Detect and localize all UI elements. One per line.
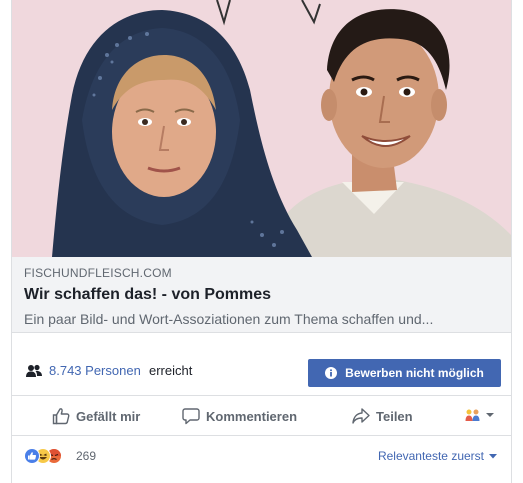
- reaction-count[interactable]: 269: [76, 449, 96, 463]
- link-description: Ein paar Bild- und Wort-Assoziationen zu…: [24, 311, 434, 327]
- people-icon: [26, 364, 42, 377]
- like-reaction-icon: [24, 448, 40, 464]
- reactions-row: 269 Relevanteste zuerst: [12, 436, 511, 476]
- share-label: Teilen: [376, 408, 413, 424]
- share-arrow-icon: [352, 408, 370, 424]
- link-domain: FISCHUNDFLEISCH.COM: [24, 266, 172, 280]
- thumbs-up-icon: [52, 408, 70, 425]
- friends-icon: [465, 409, 480, 421]
- link-title[interactable]: Wir schaffen das! - von Pommes: [24, 285, 499, 305]
- link-preview-image[interactable]: [12, 0, 511, 257]
- comment-label: Kommentieren: [206, 408, 298, 424]
- reach-count[interactable]: 8.743 Personen: [49, 363, 141, 379]
- post-card: FISCHUNDFLEISCH.COM Wir schaffen das! - …: [11, 0, 512, 483]
- reach-label: erreicht: [149, 363, 193, 378]
- comment-sort-dropdown[interactable]: Relevanteste zuerst: [378, 449, 497, 463]
- reach-row: 8.743 Personen erreicht Bewerben nicht m…: [12, 348, 511, 396]
- chevron-down-icon: [489, 453, 497, 458]
- info-icon: [325, 367, 338, 379]
- like-button[interactable]: Gefällt mir: [52, 405, 140, 427]
- boost-button[interactable]: Bewerben nicht möglich: [308, 359, 501, 387]
- chevron-down-icon: [486, 413, 494, 417]
- comment-button[interactable]: Kommentieren: [182, 405, 297, 427]
- share-button[interactable]: Teilen: [352, 405, 413, 427]
- reaction-icons[interactable]: [24, 448, 72, 464]
- comment-sort-label: Relevanteste zuerst: [377, 449, 484, 463]
- speech-bubble-icon: [182, 408, 200, 425]
- audience-selector[interactable]: [464, 408, 495, 422]
- action-bar: Gefällt mir Kommentieren Teilen: [12, 396, 511, 436]
- like-label: Gefällt mir: [76, 408, 141, 424]
- link-preview-meta[interactable]: FISCHUNDFLEISCH.COM Wir schaffen das! - …: [12, 257, 511, 333]
- boost-button-label: Bewerben nicht möglich: [345, 366, 484, 380]
